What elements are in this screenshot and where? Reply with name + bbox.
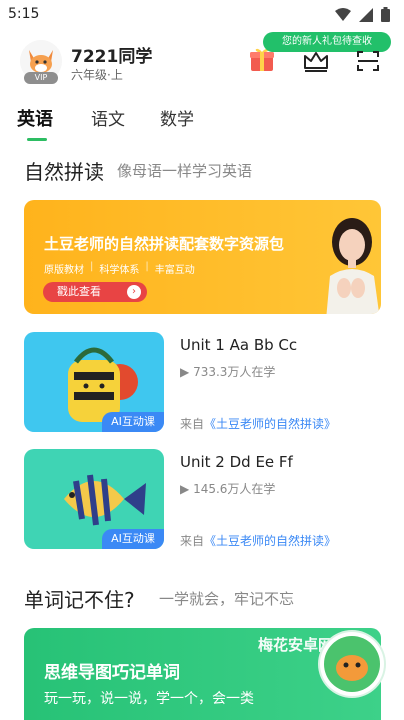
- learners-count: 145.6万人在学: [193, 482, 276, 496]
- lesson-title: Unit 1 Aa Bb Cc: [180, 336, 298, 354]
- vocab-subtitle: 一学就会，牢记不忘: [159, 590, 295, 608]
- banner-tags: 原版教材 | 科学体系 | 丰富互动: [44, 261, 195, 276]
- status-bar: 5:15: [0, 0, 404, 30]
- phonics-title: 自然拼读: [24, 160, 104, 184]
- tab-english[interactable]: 英语: [17, 105, 53, 131]
- teacher-illustration: [326, 218, 380, 314]
- phonics-banner[interactable]: 土豆老师的自然拼读配套数字资源包 原版教材 | 科学体系 | 丰富互动 戳此查看…: [24, 200, 381, 314]
- tab-chinese[interactable]: 语文: [91, 105, 125, 130]
- lesson-title: Unit 2 Dd Ee Ff: [180, 453, 293, 471]
- source-link[interactable]: 《土豆老师的自然拼读》: [204, 534, 336, 548]
- tab-math[interactable]: 数学: [160, 105, 194, 130]
- banner-title: 土豆老师的自然拼读配套数字资源包: [44, 235, 285, 253]
- lesson-source: 来自《土豆老师的自然拼读》: [180, 532, 336, 549]
- play-icon: ▶: [180, 482, 190, 496]
- lesson-learners: ▶ 145.6万人在学: [180, 480, 275, 497]
- play-icon: ▶: [180, 365, 190, 379]
- lesson-learners: ▶ 733.3万人在学: [180, 363, 275, 380]
- system-icons: [335, 7, 390, 22]
- signal-icon: [359, 7, 373, 22]
- banner-tag: 科学体系: [99, 265, 140, 276]
- lesson-source: 来自《土豆老师的自然拼读》: [180, 415, 336, 432]
- source-prefix: 来自: [180, 534, 205, 548]
- scan-icon[interactable]: [356, 50, 380, 72]
- banner-tag: 丰富互动: [154, 265, 195, 276]
- tab-indicator: [27, 138, 47, 141]
- grade-label[interactable]: 六年级·上: [71, 66, 123, 83]
- banner-tag: 原版教材: [44, 265, 84, 276]
- vocab-banner-subtitle: 玩一玩，说一说，学一个，会一类: [44, 691, 254, 707]
- phonics-subtitle: 像母语一样学习英语: [117, 162, 253, 180]
- view-now-label: 戳此查看: [57, 285, 101, 298]
- watermark-logo: [320, 632, 384, 696]
- fox-logo-icon: [324, 636, 380, 692]
- crown-icon[interactable]: [302, 50, 330, 72]
- ai-lesson-tag: AI互动课: [102, 529, 164, 549]
- learners-count: 733.3万人在学: [193, 365, 276, 379]
- vip-badge: VIP: [24, 72, 58, 84]
- lesson-card[interactable]: AI互动课 Unit 2 Dd Ee Ff ▶ 145.6万人在学 来自《土豆老…: [24, 449, 381, 549]
- subject-tabs: 英语 语文 数学: [0, 100, 404, 146]
- vocab-banner-title: 思维导图巧记单词: [44, 663, 180, 683]
- gift-tooltip[interactable]: 您的新人礼包待查收: [263, 32, 391, 52]
- source-link[interactable]: 《土豆老师的自然拼读》: [204, 417, 336, 431]
- view-now-button[interactable]: 戳此查看 ›: [43, 282, 147, 302]
- ai-lesson-tag: AI互动课: [102, 412, 164, 432]
- username[interactable]: 7221同学: [71, 42, 152, 67]
- wifi-icon: [335, 7, 351, 21]
- source-prefix: 来自: [180, 417, 205, 431]
- vocab-title: 单词记不住?: [24, 588, 135, 612]
- lesson-card[interactable]: AI互动课 Unit 1 Aa Bb Cc ▶ 733.3万人在学 来自《土豆老…: [24, 332, 381, 432]
- chevron-right-icon: ›: [127, 285, 141, 299]
- battery-icon: [381, 7, 390, 22]
- status-time: 5:15: [8, 6, 40, 22]
